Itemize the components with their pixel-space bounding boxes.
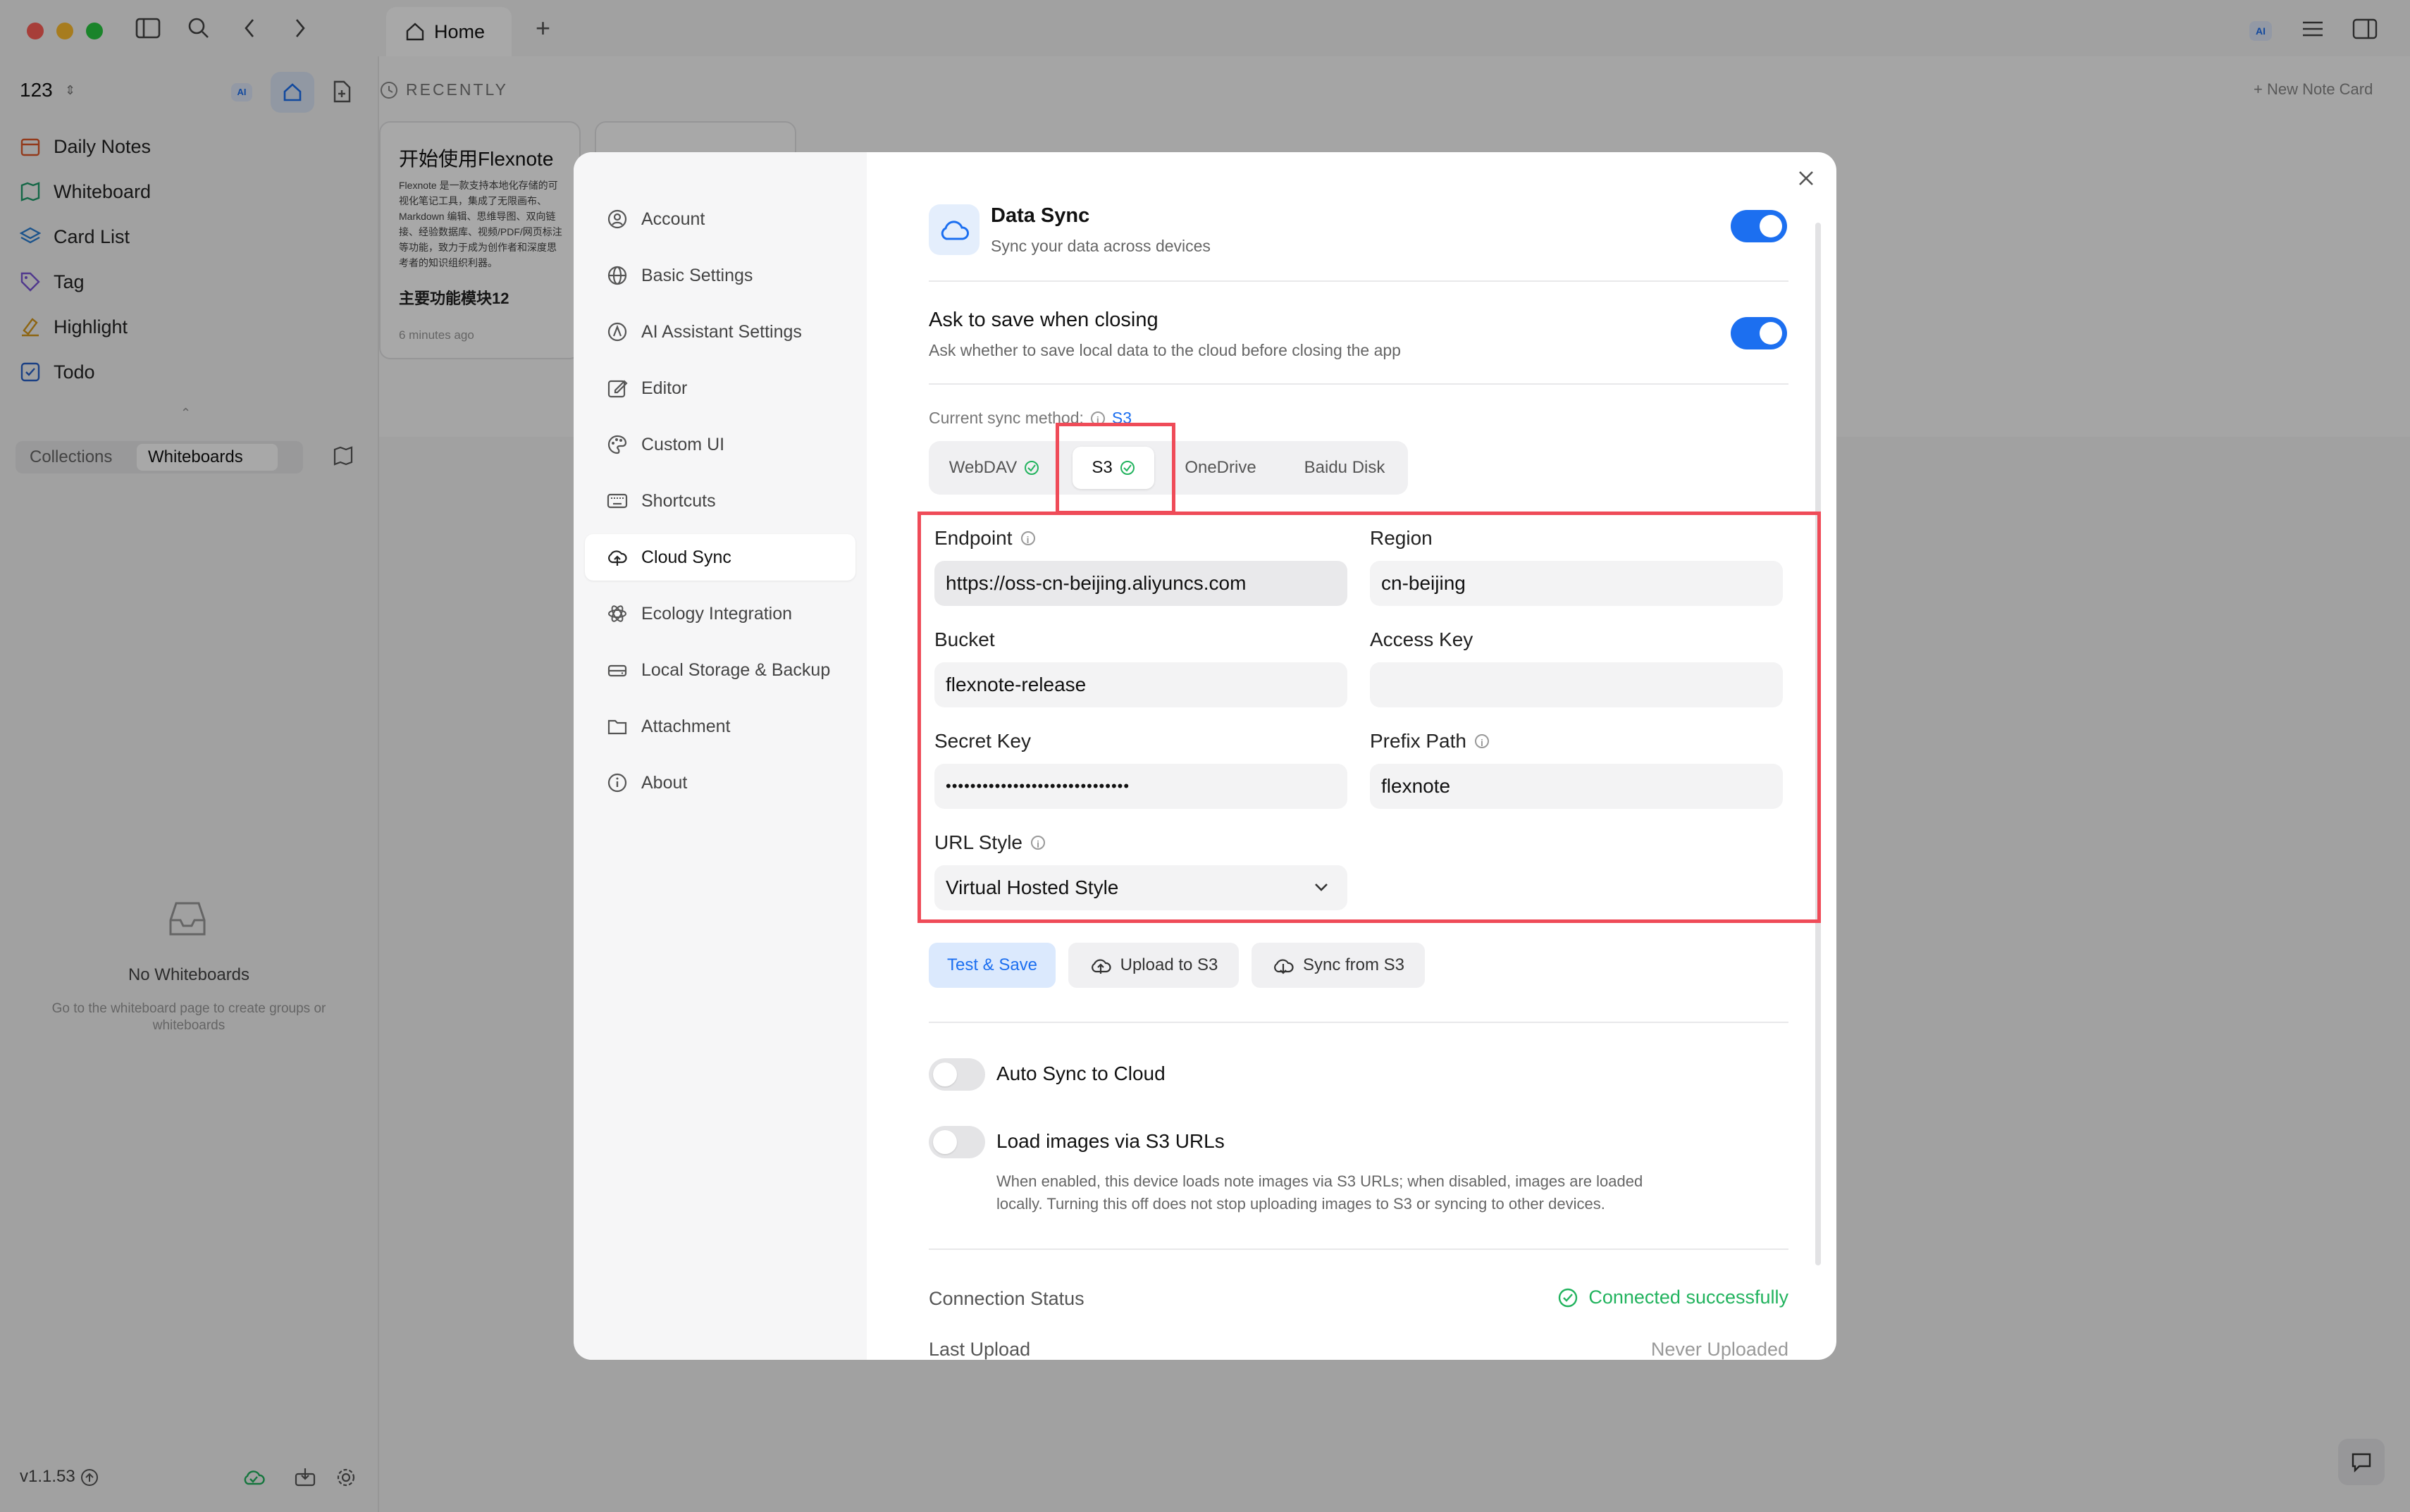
settings-menu-label: About [641, 772, 688, 793]
method-baidu-disk[interactable]: Baidu Disk [1290, 447, 1399, 489]
settings-menu-label: Basic Settings [641, 265, 753, 285]
settings-menu-label: Local Storage & Backup [641, 659, 831, 680]
cloud-icon [941, 221, 969, 240]
method-onedrive-label: OneDrive [1185, 458, 1256, 477]
method-onedrive[interactable]: OneDrive [1171, 447, 1270, 489]
settings-menu-label: Account [641, 209, 705, 229]
close-icon [1799, 171, 1813, 185]
ask-save-title: Ask to save when closing [929, 309, 1158, 331]
upload-to-s3-button[interactable]: Upload to S3 [1068, 943, 1239, 988]
sync-from-s3-button[interactable]: Sync from S3 [1252, 943, 1425, 988]
upload-label: Upload to S3 [1120, 955, 1218, 974]
folder-icon [606, 715, 629, 738]
form-highlight-box [917, 512, 1821, 923]
cloud-upload-icon [606, 546, 629, 569]
settings-menu-label: Cloud Sync [641, 547, 731, 567]
user-icon [606, 208, 629, 230]
atom-icon [606, 602, 629, 625]
method-webdav[interactable]: WebDAV [934, 447, 1054, 489]
settings-menu-label: Ecology Integration [641, 603, 793, 624]
close-modal-button[interactable] [1797, 169, 1815, 191]
connection-status-value: Connected successfully [1588, 1287, 1788, 1308]
check-circle-icon [1559, 1288, 1578, 1307]
settings-menu-shortcuts[interactable]: Shortcuts [585, 478, 855, 524]
data-sync-description: Sync your data across devices [991, 237, 1211, 255]
divider [929, 1248, 1788, 1250]
divider [929, 1022, 1788, 1023]
auto-sync-toggle[interactable] [929, 1058, 985, 1091]
auto-sync-label: Auto Sync to Cloud [996, 1062, 1166, 1084]
settings-menu-ai-assistant-settings[interactable]: AI Assistant Settings [585, 309, 855, 355]
last-upload-label: Last Upload [929, 1339, 1031, 1360]
ai-icon [606, 321, 629, 343]
load-images-toggle[interactable] [929, 1126, 985, 1158]
s3-highlight-box [1056, 423, 1175, 514]
sync-from-label: Sync from S3 [1302, 955, 1405, 974]
cloud-upload-icon [1091, 959, 1111, 974]
data-sync-title: Data Sync [991, 204, 1090, 227]
drive-icon [606, 659, 629, 681]
ask-save-description: Ask whether to save local data to the cl… [929, 341, 1401, 359]
settings-menu-custom-ui[interactable]: Custom UI [585, 421, 855, 468]
settings-menu-basic-settings[interactable]: Basic Settings [585, 252, 855, 299]
settings-menu-label: Editor [641, 378, 688, 398]
test-save-button[interactable]: Test & Save [929, 943, 1056, 988]
settings-menu-ecology-integration[interactable]: Ecology Integration [585, 590, 855, 637]
data-sync-icon-box [929, 204, 980, 255]
settings-menu-label: AI Assistant Settings [641, 321, 802, 342]
palette-icon [606, 433, 629, 456]
connection-status-label: Connection Status [929, 1288, 1084, 1309]
settings-menu-account[interactable]: Account [585, 196, 855, 242]
method-webdav-label: WebDAV [948, 458, 1018, 477]
settings-menu-attachment[interactable]: Attachment [585, 703, 855, 750]
settings-menu-label: Shortcuts [641, 490, 716, 511]
connection-status: Connected successfully [1540, 1287, 1788, 1308]
settings-menu: Account Basic Settings AI Assistant Settin… [574, 152, 867, 1360]
cloud-download-icon [1274, 959, 1294, 974]
settings-menu-label: Attachment [641, 716, 731, 736]
settings-menu-editor[interactable]: Editor [585, 365, 855, 411]
settings-menu-local-storage-backup[interactable]: Local Storage & Backup [585, 647, 855, 693]
globe-icon [606, 264, 629, 287]
settings-menu-label: Custom UI [641, 434, 725, 454]
settings-menu-cloud-sync[interactable]: Cloud Sync [585, 534, 855, 581]
divider [929, 280, 1788, 282]
load-images-desc-2: locally. Turning this off does not stop … [996, 1195, 1605, 1213]
divider [929, 383, 1788, 385]
ask-save-toggle[interactable] [1731, 317, 1787, 349]
load-images-label: Load images via S3 URLs [996, 1130, 1225, 1152]
load-images-desc-1: When enabled, this device loads note ima… [996, 1172, 1643, 1190]
method-baidu-label: Baidu Disk [1304, 458, 1385, 477]
edit-icon [606, 377, 629, 399]
check-circle-icon [1025, 461, 1039, 475]
keyboard-icon [606, 490, 629, 512]
last-upload-value: Never Uploaded [1650, 1339, 1788, 1360]
info-icon [606, 772, 629, 794]
settings-menu-about[interactable]: About [585, 760, 855, 806]
data-sync-toggle[interactable] [1731, 210, 1787, 242]
